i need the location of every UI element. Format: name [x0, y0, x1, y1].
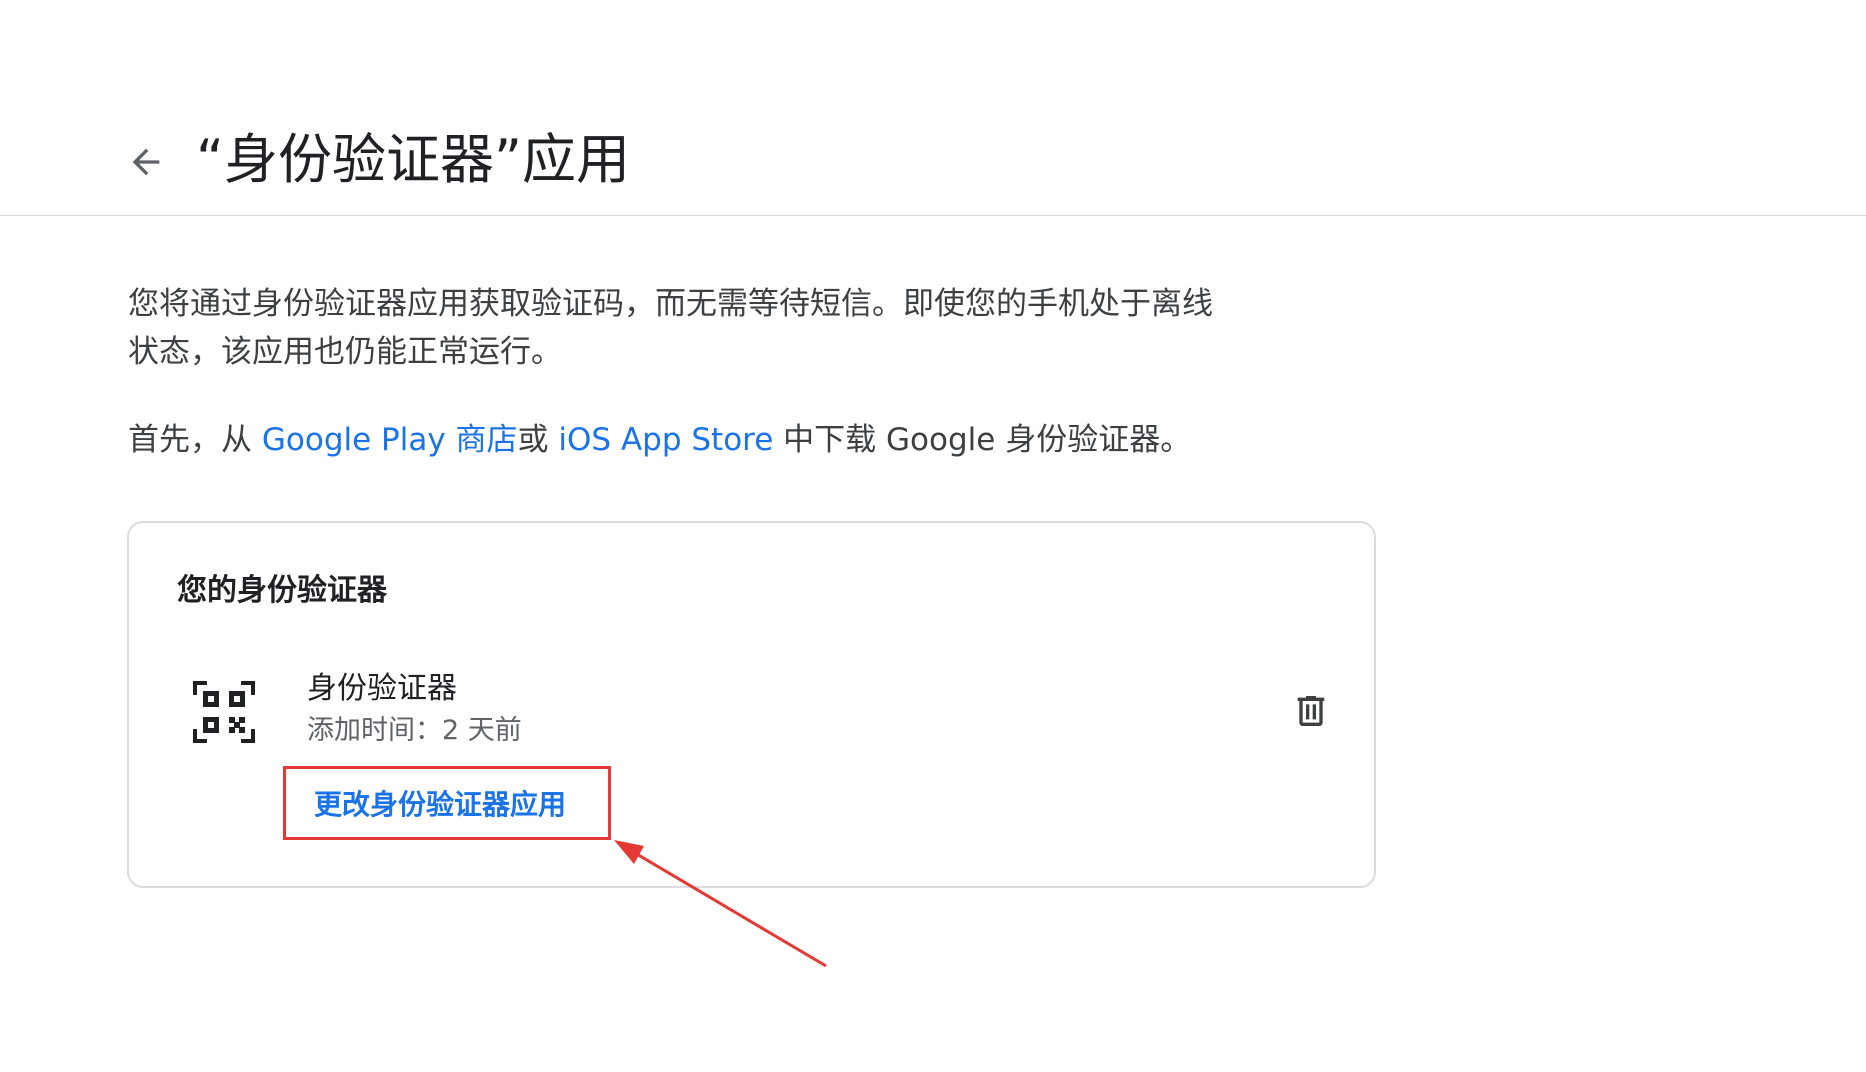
change-authenticator-label: 更改身份验证器应用 — [314, 788, 567, 821]
app-store-link[interactable]: iOS App Store — [558, 422, 773, 458]
authenticator-name: 身份验证器 — [307, 671, 457, 706]
back-button[interactable] — [118, 134, 174, 190]
authenticator-added-time: 添加时间：2 天前 — [307, 715, 522, 746]
card-title: 您的身份验证器 — [177, 573, 387, 608]
intro-description: 您将通过身份验证器应用获取验证码，而无需等待短信。即使您的手机处于离线状态，该应… — [128, 286, 1213, 370]
arrow-left-icon — [132, 148, 160, 176]
delete-button[interactable] — [1283, 683, 1339, 739]
download-suffix: 中下载 Google 身份验证器。 — [773, 422, 1192, 458]
page-title: “身份验证器”应用 — [196, 128, 630, 191]
google-play-link[interactable]: Google Play 商店 — [262, 422, 518, 458]
download-prefix: 首先，从 — [128, 422, 262, 458]
qr-code-icon — [193, 681, 255, 743]
page-header: “身份验证器”应用 — [0, 0, 1866, 216]
intro-section: 您将通过身份验证器应用获取验证码，而无需等待短信。即使您的手机处于离线状态，该应… — [128, 280, 1228, 464]
change-authenticator-button[interactable]: 更改身份验证器应用 — [283, 766, 611, 840]
authenticator-card: 您的身份验证器 身份验证器 添加时间：2 天前 更改身份验证器应用 — [127, 521, 1376, 888]
trash-icon — [1297, 696, 1325, 726]
or-text: 或 — [517, 422, 559, 458]
download-instructions: 首先，从 Google Play 商店或 iOS App Store 中下载 G… — [128, 416, 1228, 464]
